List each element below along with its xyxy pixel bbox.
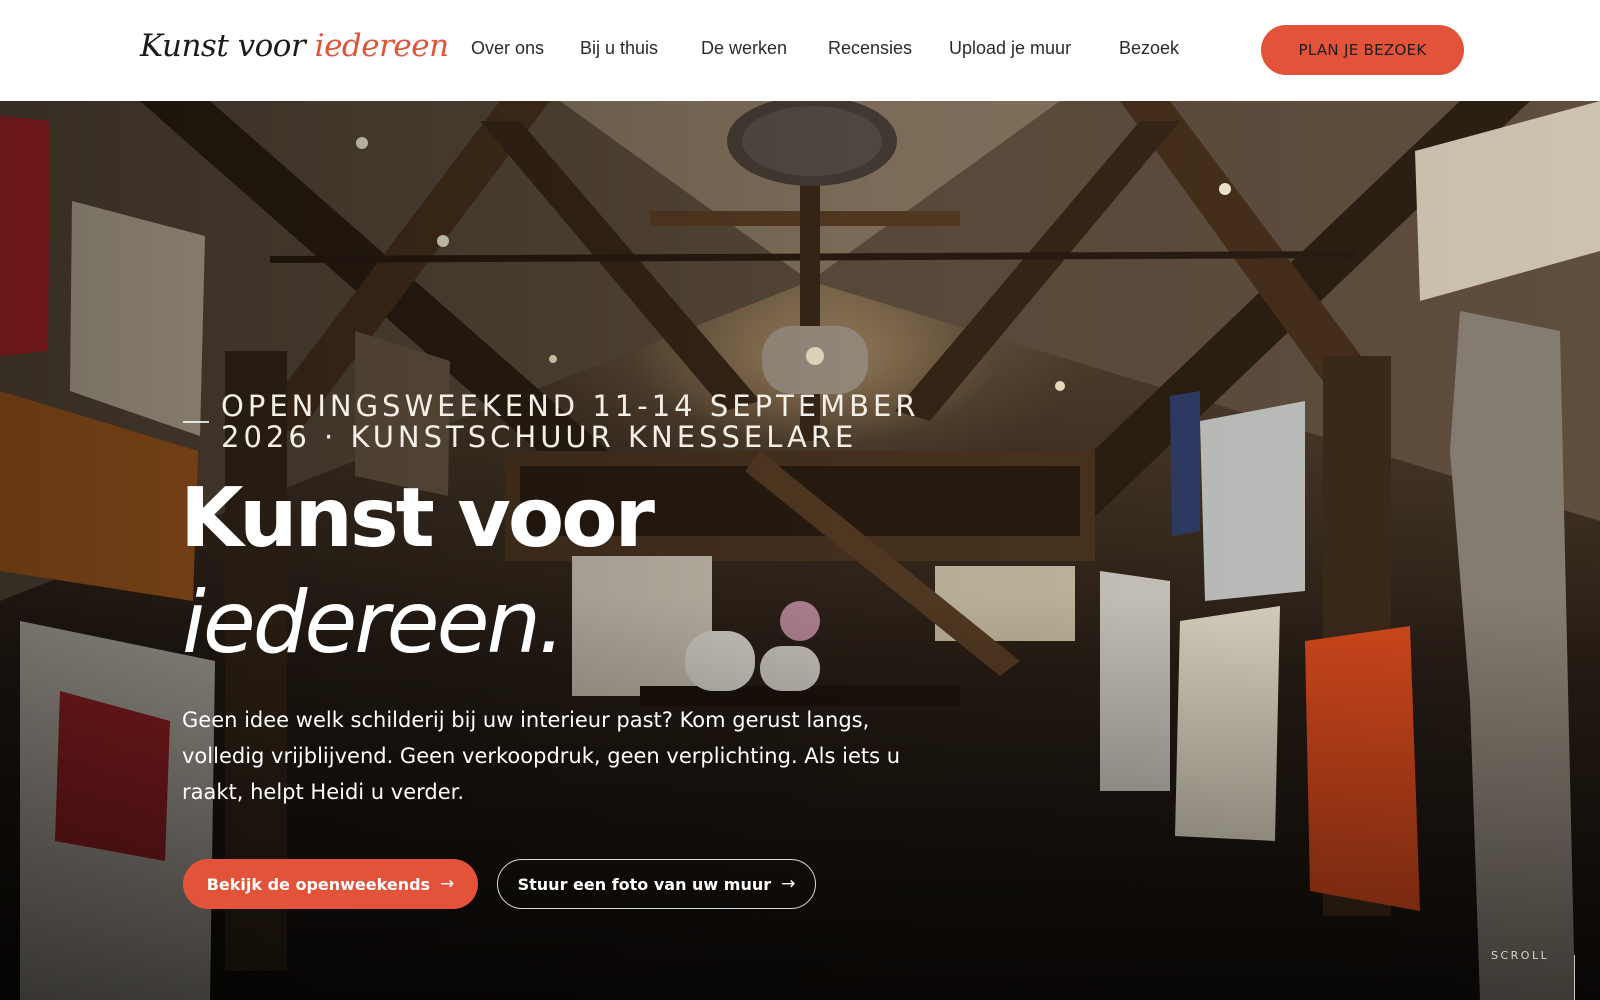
send-wall-photo-label: Stuur een foto van uw muur xyxy=(517,874,772,894)
nav-item-recensies[interactable]: Recensies xyxy=(828,38,912,59)
arrow-right-icon: → xyxy=(440,874,455,894)
nav-item-bij-u-thuis[interactable]: Bij u thuis xyxy=(580,38,658,59)
plan-visit-button[interactable]: PLAN JE BEZOEK xyxy=(1261,25,1464,75)
hero-title-line-2: iedereen. xyxy=(182,573,565,673)
hero-title-line-1: Kunst voor xyxy=(180,471,655,566)
scroll-indicator-label[interactable]: SCROLL xyxy=(1491,949,1549,962)
event-eyebrow-line-2: 2026 · Kunstschuur Knesselare xyxy=(221,420,858,454)
nav-item-bezoek[interactable]: Bezoek xyxy=(1119,38,1179,59)
hero-title-italic: iedereen xyxy=(182,573,541,673)
logo-accent-text: iedereen xyxy=(314,28,449,64)
send-wall-photo-button[interactable]: Stuur een foto van uw muur → xyxy=(497,859,816,909)
hero-section: Openingsweekend 11-14 september 2026 · K… xyxy=(0,101,1600,1000)
event-eyebrow-line-1: Openingsweekend 11-14 september xyxy=(221,389,920,423)
nav-item-de-werken[interactable]: De werken xyxy=(701,38,787,59)
view-open-weekends-label: Bekijk de openweekends xyxy=(206,874,431,894)
logo[interactable]: Kunst voor iedereen xyxy=(140,28,449,64)
view-open-weekends-button[interactable]: Bekijk de openweekends → xyxy=(183,859,478,909)
hero-lead-text: Geen idee welk schilderij bij uw interie… xyxy=(182,708,901,804)
scroll-indicator-line xyxy=(1574,955,1575,1000)
site-header: Kunst voor iedereen Over ons Bij u thuis… xyxy=(0,0,1600,101)
hero-title-dot: . xyxy=(538,573,565,673)
arrow-right-icon: → xyxy=(781,874,796,894)
nav-item-over-ons[interactable]: Over ons xyxy=(471,38,544,59)
event-eyebrow: Openingsweekend 11-14 september 2026 · K… xyxy=(221,391,1101,453)
eyebrow-divider xyxy=(183,421,209,423)
nav-item-upload-je-muur[interactable]: Upload je muur xyxy=(949,38,1071,59)
logo-text: Kunst voor xyxy=(140,28,306,64)
